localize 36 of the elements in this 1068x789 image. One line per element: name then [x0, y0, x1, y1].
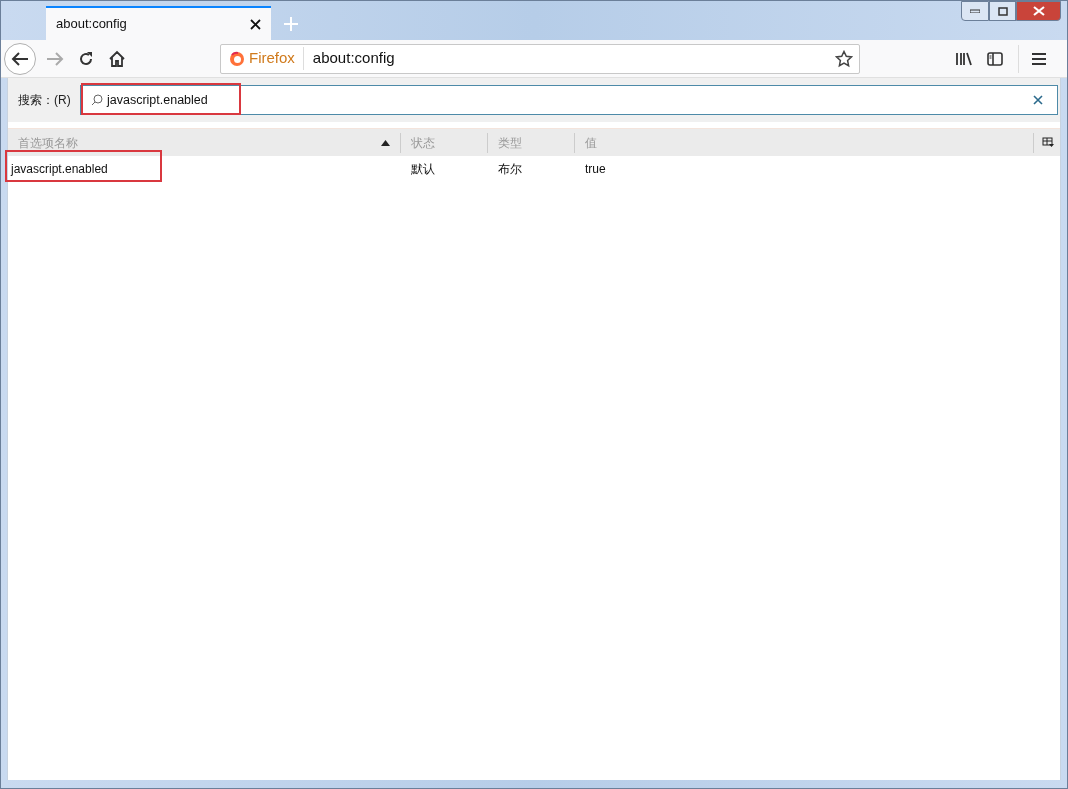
- address-bar[interactable]: Firefox about:config: [220, 43, 860, 74]
- close-tab-icon[interactable]: [250, 18, 261, 30]
- maximize-icon: [997, 6, 1008, 16]
- search-field[interactable]: javascript.enabled: [80, 85, 1058, 115]
- minimize-button[interactable]: [961, 1, 989, 21]
- table-cell: javascript.enabled: [8, 160, 400, 178]
- column-header[interactable]: 类型: [487, 132, 574, 153]
- column-header[interactable]: 状态: [400, 132, 487, 153]
- browser-tab[interactable]: about:config: [46, 6, 271, 40]
- bookmark-star-icon[interactable]: [835, 49, 853, 68]
- tab-title: about:config: [56, 15, 127, 34]
- close-button[interactable]: [1016, 1, 1061, 21]
- search-label: 搜索：(R): [18, 92, 72, 109]
- sort-arrow-icon: [381, 139, 390, 146]
- search-value: javascript.enabled: [107, 91, 208, 109]
- table-cell-text: 默认: [410, 161, 436, 178]
- search-icon: [91, 94, 103, 106]
- table-cell-text: true: [584, 161, 607, 178]
- firefox-logo-icon: [229, 50, 245, 67]
- column-picker-icon[interactable]: [1033, 132, 1054, 153]
- url-text: about:config: [312, 48, 395, 69]
- close-icon: [1032, 6, 1045, 16]
- reload-icon[interactable]: [78, 50, 94, 67]
- menu-icon[interactable]: [1032, 52, 1046, 65]
- library-icon[interactable]: [956, 51, 972, 66]
- identity-label: Firefox: [249, 47, 304, 70]
- table-cell-text: 布尔: [497, 161, 523, 178]
- column-header[interactable]: 首选项名称: [8, 132, 400, 153]
- clear-icon[interactable]: [1033, 95, 1043, 105]
- column-header[interactable]: 值: [574, 132, 1026, 153]
- back-arrow-icon: [11, 50, 29, 67]
- sidebar-icon[interactable]: [987, 51, 1003, 66]
- home-icon[interactable]: [108, 50, 126, 67]
- back-button[interactable]: [4, 42, 36, 75]
- minimize-icon: [970, 9, 980, 13]
- maximize-button[interactable]: [989, 1, 1016, 21]
